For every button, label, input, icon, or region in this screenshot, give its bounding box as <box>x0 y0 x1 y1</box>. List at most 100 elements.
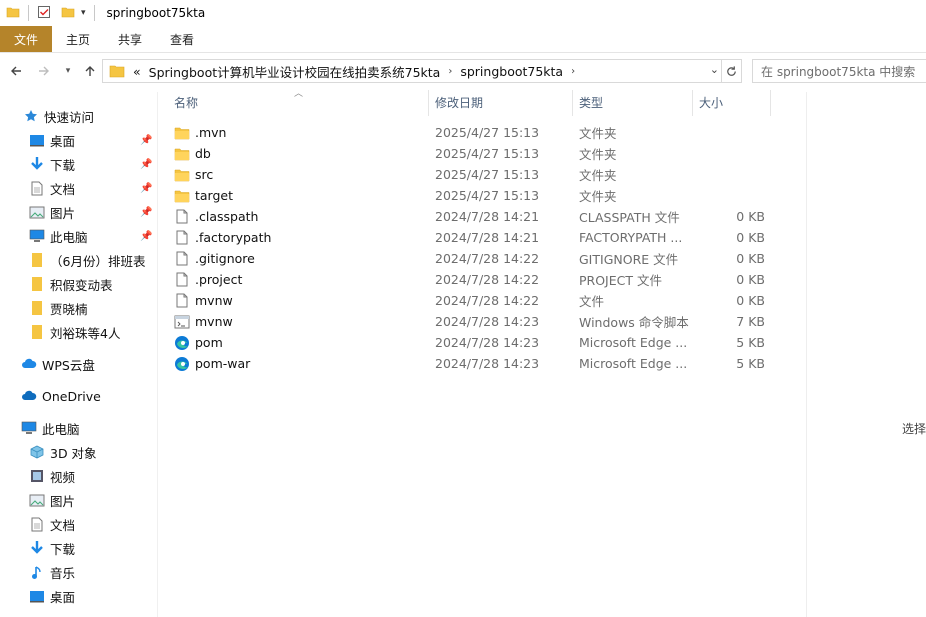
nav-item-jia-xiaonan[interactable]: 贾晓楠 <box>28 297 88 319</box>
breadcrumb-current[interactable]: springboot75kta <box>460 64 563 79</box>
column-header-date[interactable]: 修改日期 <box>435 90 483 114</box>
file-name-cell[interactable]: .project <box>174 269 242 290</box>
file-name: src <box>195 167 214 182</box>
new-folder-icon[interactable] <box>61 5 75 22</box>
table-row[interactable]: .classpath 2024/7/28 14:21 CLASSPATH 文件 0 K… <box>158 206 798 227</box>
tab-view[interactable]: 查看 <box>156 26 208 52</box>
nav-item-liu-yuzhu[interactable]: 刘裕珠等4人 <box>28 321 120 343</box>
download-icon <box>28 540 46 556</box>
file-name-cell[interactable]: target <box>174 185 233 206</box>
search-input[interactable]: 在 springboot75kta 中搜索 <box>752 59 926 83</box>
file-name-cell[interactable]: .mvn <box>174 122 226 143</box>
table-row[interactable]: mvnw 2024/7/28 14:23 Windows 命令脚本 7 KB <box>158 311 798 332</box>
nav-item-3d-objects[interactable]: 3D 对象 <box>28 441 97 463</box>
folder-icon[interactable] <box>6 5 20 22</box>
nav-item-pc-downloads[interactable]: 下载 <box>28 537 75 559</box>
table-row[interactable]: .gitignore 2024/7/28 14:22 GITIGNORE 文件 0 K… <box>158 248 798 269</box>
file-size: 0 KB <box>736 251 765 266</box>
refresh-button[interactable] <box>722 59 742 83</box>
nav-item-this-pc[interactable]: 此电脑 <box>28 225 88 247</box>
nav-item-pc-pictures[interactable]: 图片 <box>28 489 75 511</box>
column-divider[interactable] <box>572 90 573 116</box>
file-date: 2024/7/28 14:22 <box>435 293 540 308</box>
pin-icon[interactable]: 📌 <box>140 231 152 242</box>
nav-label: 桌面 <box>50 133 76 149</box>
column-divider[interactable] <box>428 90 429 116</box>
picture-icon <box>28 204 46 220</box>
column-header-size[interactable]: 大小 <box>699 90 723 114</box>
file-name-cell[interactable]: mvnw <box>174 290 233 311</box>
pin-icon[interactable]: 📌 <box>140 159 152 170</box>
music-icon <box>28 564 46 580</box>
file-name: target <box>195 188 234 203</box>
pin-icon[interactable]: 📌 <box>140 183 152 194</box>
breadcrumb-overflow[interactable]: « <box>133 64 141 79</box>
nav-wps-cloud[interactable]: WPS云盘 <box>20 353 95 375</box>
table-row[interactable]: mvnw 2024/7/28 14:22 文件 0 KB <box>158 290 798 311</box>
column-divider[interactable] <box>692 90 693 116</box>
navigation-bar: ▾ « Springboot计算机毕业设计校园在线拍卖系统75kta › spr… <box>0 56 926 86</box>
file-name-cell[interactable]: .factorypath <box>174 227 271 248</box>
up-button[interactable] <box>80 59 100 83</box>
pin-icon[interactable]: 📌 <box>140 207 152 218</box>
table-row[interactable]: .mvn 2025/4/27 15:13 文件夹 <box>158 122 798 143</box>
column-header-name[interactable]: 名称 <box>174 90 198 114</box>
edge-icon <box>174 335 190 351</box>
nav-label: （6月份）排班表 <box>50 253 146 269</box>
nav-this-pc[interactable]: 此电脑 <box>20 417 80 439</box>
nav-item-documents[interactable]: 文档 <box>28 177 75 199</box>
file-name-cell[interactable]: db <box>174 143 211 164</box>
nav-item-desktop[interactable]: 桌面 <box>28 129 75 151</box>
nav-item-pc-desktop[interactable]: 桌面 <box>28 585 75 607</box>
nav-item-music[interactable]: 音乐 <box>28 561 75 583</box>
nav-item-downloads[interactable]: 下载 <box>28 153 75 175</box>
tab-share[interactable]: 共享 <box>104 26 156 52</box>
file-name-cell[interactable]: pom <box>174 332 223 353</box>
document-icon <box>28 180 46 196</box>
nav-label: 图片 <box>50 205 76 221</box>
nav-item-videos[interactable]: 视频 <box>28 465 75 487</box>
nav-onedrive[interactable]: OneDrive <box>20 385 101 407</box>
file-list: ︿ 名称 修改日期 类型 大小 .mvn 2025/4/27 15:13 文件夹 db… <box>158 86 926 617</box>
pin-icon[interactable]: 📌 <box>140 135 152 146</box>
table-row[interactable]: src 2025/4/27 15:13 文件夹 <box>158 164 798 185</box>
nav-item-schedule[interactable]: （6月份）排班表 <box>28 249 145 271</box>
file-name-cell[interactable]: src <box>174 164 213 185</box>
table-row[interactable]: pom 2024/7/28 14:23 Microsoft Edge ... 5 KB <box>158 332 798 353</box>
column-divider[interactable] <box>770 90 771 116</box>
file-name-cell[interactable]: mvnw <box>174 311 233 332</box>
table-row[interactable]: db 2025/4/27 15:13 文件夹 <box>158 143 798 164</box>
file-date: 2024/7/28 14:23 <box>435 356 540 371</box>
file-name-cell[interactable]: .gitignore <box>174 248 255 269</box>
nav-item-leave-changes[interactable]: 积假变动表 <box>28 273 113 295</box>
forward-button[interactable] <box>34 59 54 83</box>
table-row[interactable]: pom-war 2024/7/28 14:23 Microsoft Edge ...… <box>158 353 798 374</box>
file-type: Windows 命令脚本 <box>579 315 689 330</box>
chevron-right-icon[interactable]: › <box>571 66 575 77</box>
nav-item-pc-documents[interactable]: 文档 <box>28 513 75 535</box>
tab-home[interactable]: 主页 <box>52 26 104 52</box>
column-header-type[interactable]: 类型 <box>579 90 603 114</box>
file-date: 2025/4/27 15:13 <box>435 125 540 140</box>
nav-label: 下载 <box>50 541 76 557</box>
table-row[interactable]: target 2025/4/27 15:13 文件夹 <box>158 185 798 206</box>
file-name-cell[interactable]: pom-war <box>174 353 250 374</box>
customize-toolbar-icon[interactable]: ▾ <box>81 8 86 18</box>
back-button[interactable] <box>6 59 26 83</box>
chevron-right-icon[interactable]: › <box>448 66 452 77</box>
nav-label: 下载 <box>50 157 76 173</box>
breadcrumb-project[interactable]: Springboot计算机毕业设计校园在线拍卖系统75kta <box>149 62 441 81</box>
recent-locations-button[interactable]: ▾ <box>60 59 76 83</box>
table-row[interactable]: .factorypath 2024/7/28 14:21 FACTORYPATH .… <box>158 227 798 248</box>
address-dropdown-icon[interactable]: ⌄ <box>710 63 719 76</box>
nav-quick-access[interactable]: 快速访问 <box>22 105 94 127</box>
table-row[interactable]: .project 2024/7/28 14:22 PROJECT 文件 0 KB <box>158 269 798 290</box>
file-name-cell[interactable]: .classpath <box>174 206 258 227</box>
tab-file[interactable]: 文件 <box>0 26 52 52</box>
nav-label: 桌面 <box>50 589 76 605</box>
properties-icon[interactable] <box>37 5 51 22</box>
nav-label: 此电脑 <box>42 421 80 437</box>
address-bar[interactable]: « Springboot计算机毕业设计校园在线拍卖系统75kta › sprin… <box>102 59 722 83</box>
file-type: 文件夹 <box>579 147 617 162</box>
nav-item-pictures[interactable]: 图片 <box>28 201 75 223</box>
